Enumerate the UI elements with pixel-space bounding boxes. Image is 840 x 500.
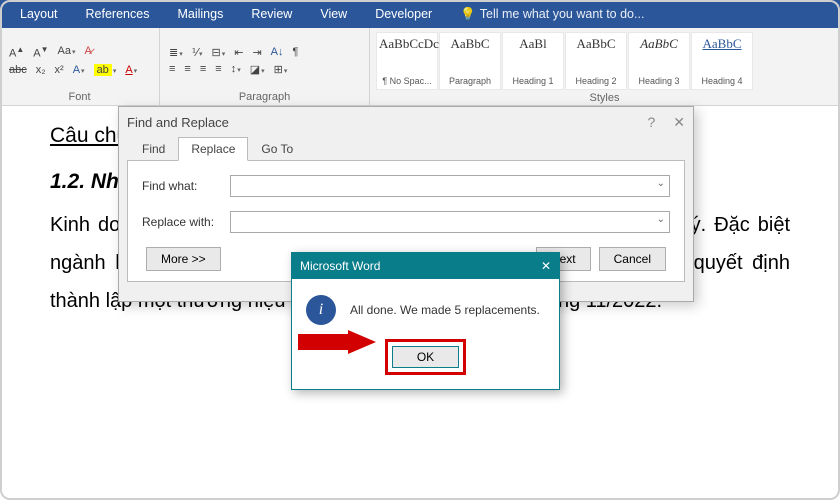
group-styles-label: Styles	[376, 90, 833, 106]
message-text: All done. We made 5 replacements.	[350, 303, 540, 317]
style-heading4[interactable]: AaBbCHeading 4	[691, 32, 753, 90]
align-left-button[interactable]: ≡	[166, 62, 178, 77]
close-icon[interactable]: ✕	[673, 114, 685, 131]
more-button[interactable]: More >>	[146, 247, 221, 271]
ribbon: A▲ A▼ Aa▾ A̷ abc x₂ x² A▾ ab▾ A▾ Font	[0, 28, 840, 106]
message-titlebar[interactable]: Microsoft Word ✕	[292, 253, 559, 279]
group-paragraph-label: Paragraph	[166, 89, 363, 105]
align-right-button[interactable]: ≡	[197, 62, 209, 77]
tab-mailings[interactable]: Mailings	[163, 0, 237, 28]
font-color-button[interactable]: A▾	[122, 63, 140, 77]
info-icon: i	[306, 295, 336, 325]
indent-left-button[interactable]: ⇤	[231, 45, 246, 60]
numbering-button[interactable]: ⅟▾	[189, 45, 206, 60]
lightbulb-icon: 💡	[460, 7, 476, 22]
shrink-font-button[interactable]: A▼	[30, 44, 51, 61]
style-nospacing[interactable]: AaBbCcDc¶ No Spac...	[376, 32, 438, 90]
justify-button[interactable]: ≡	[212, 62, 224, 77]
bullets-button[interactable]: ≣▾	[166, 45, 186, 60]
find-replace-titlebar[interactable]: Find and Replace ? ✕	[119, 107, 693, 137]
close-icon[interactable]: ✕	[541, 259, 551, 273]
styles-gallery[interactable]: AaBbCcDc¶ No Spac... AaBbCParagraph AaBl…	[376, 32, 833, 90]
tab-find[interactable]: Find	[129, 137, 178, 161]
style-heading1[interactable]: AaBlHeading 1	[502, 32, 564, 90]
group-font-label: Font	[6, 89, 153, 105]
replacewith-label: Replace with:	[142, 215, 222, 229]
message-dialog: Microsoft Word ✕ i All done. We made 5 r…	[291, 252, 560, 390]
find-replace-title: Find and Replace	[127, 115, 229, 130]
findwhat-label: Find what:	[142, 179, 222, 193]
style-heading3[interactable]: AaBbCHeading 3	[628, 32, 690, 90]
tab-replace[interactable]: Replace	[178, 137, 248, 161]
shading-button[interactable]: ◪▾	[247, 62, 268, 77]
style-paragraph[interactable]: AaBbCParagraph	[439, 32, 501, 90]
tab-view[interactable]: View	[306, 0, 361, 28]
ok-button[interactable]: OK	[392, 346, 459, 368]
tell-me[interactable]: 💡Tell me what you want to do...	[446, 0, 658, 28]
tab-goto[interactable]: Go To	[248, 137, 306, 161]
tab-review[interactable]: Review	[237, 0, 306, 28]
multilevel-button[interactable]: ⊟▾	[209, 45, 229, 60]
tab-developer[interactable]: Developer	[361, 0, 446, 28]
replacewith-input[interactable]	[230, 211, 670, 233]
showmarks-button[interactable]: ¶	[290, 45, 302, 60]
indent-right-button[interactable]: ⇥	[249, 45, 264, 60]
sort-button[interactable]: A↓	[268, 45, 287, 60]
message-title: Microsoft Word	[300, 259, 380, 273]
align-center-button[interactable]: ≡	[181, 62, 193, 77]
ribbon-tabs: Layout References Mailings Review View D…	[0, 0, 840, 28]
borders-button[interactable]: ⊞▾	[271, 62, 291, 77]
annotation-arrow	[298, 330, 378, 354]
highlight-button[interactable]: ab▾	[91, 63, 120, 77]
superscript-button[interactable]: x²	[52, 63, 67, 77]
tab-layout[interactable]: Layout	[6, 0, 72, 28]
group-paragraph: ≣▾ ⅟▾ ⊟▾ ⇤ ⇥ A↓ ¶ ≡ ≡ ≡ ≡ ↕▾ ◪▾ ⊞▾	[160, 28, 370, 105]
cancel-button[interactable]: Cancel	[599, 247, 666, 271]
linespacing-button[interactable]: ↕▾	[228, 62, 244, 77]
findwhat-input[interactable]	[230, 175, 670, 197]
group-font: A▲ A▼ Aa▾ A̷ abc x₂ x² A▾ ab▾ A▾ Font	[0, 28, 160, 105]
style-heading2[interactable]: AaBbCHeading 2	[565, 32, 627, 90]
find-replace-tabs: Find Replace Go To	[119, 137, 693, 161]
change-case-button[interactable]: Aa▾	[55, 44, 79, 61]
help-icon[interactable]: ?	[647, 114, 655, 131]
strike-button[interactable]: abc	[6, 63, 30, 77]
tab-references[interactable]: References	[72, 0, 164, 28]
group-styles: AaBbCcDc¶ No Spac... AaBbCParagraph AaBl…	[370, 28, 840, 105]
text-effects-button[interactable]: A▾	[70, 63, 88, 77]
grow-font-button[interactable]: A▲	[6, 44, 27, 61]
clear-format-button[interactable]: A̷	[82, 44, 95, 61]
ok-highlight: OK	[385, 339, 466, 375]
subscript-button[interactable]: x₂	[33, 63, 49, 77]
